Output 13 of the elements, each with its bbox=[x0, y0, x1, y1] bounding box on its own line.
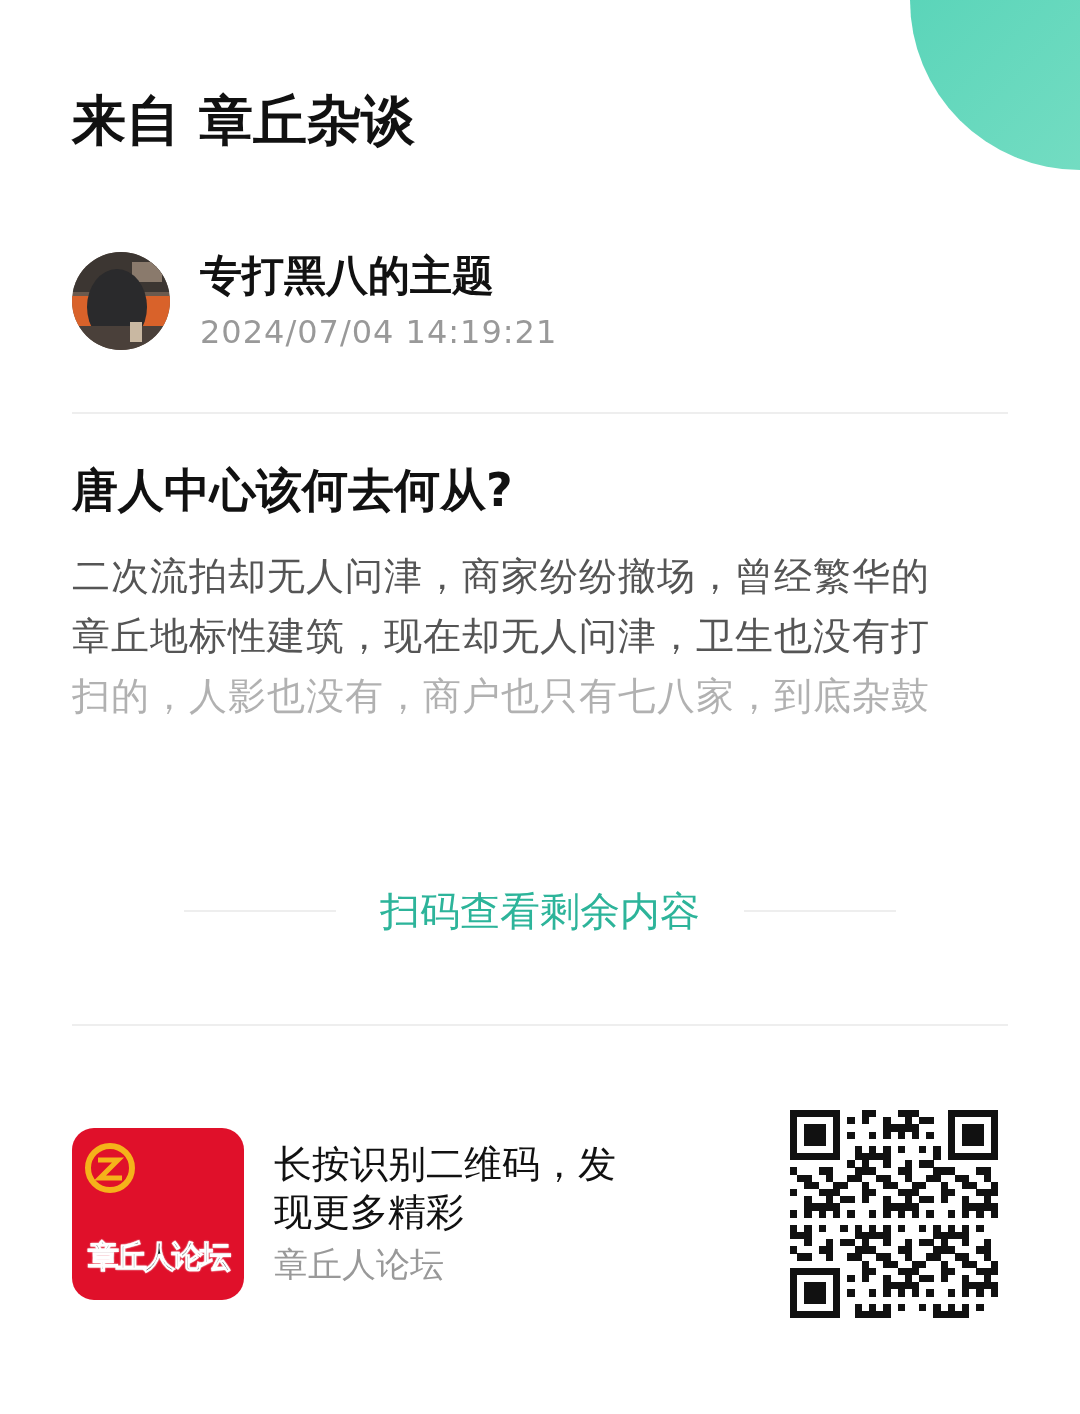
qr-prompt: 长按识别二维码，发现更多精彩 bbox=[274, 1141, 617, 1236]
qr-code-icon bbox=[790, 1110, 998, 1318]
source-title: 来自 章丘杂谈 bbox=[72, 88, 416, 154]
forum-name: 章丘人论坛 bbox=[274, 1243, 445, 1286]
logo-mark-icon bbox=[84, 1142, 136, 1194]
author-name: 专打黑八的主题 bbox=[200, 250, 495, 302]
post-text: 二次流拍却无人问津，商家纷纷撤场，曾经繁华的 bbox=[72, 553, 931, 600]
read-more-link[interactable]: 扫码查看剩余内容 bbox=[380, 886, 700, 936]
post-text: 扫的，人影也没有，商户也只有七八家，到底杂鼓 bbox=[72, 673, 931, 720]
post-time: 2024/07/04 14:19:21 bbox=[200, 312, 558, 352]
post-title: 唐人中心该何去何从? bbox=[72, 462, 514, 518]
logo-text: 章丘人论坛 bbox=[88, 1237, 228, 1276]
post-text: 章丘地标性建筑，现在却无人问津，卫生也没有打 bbox=[72, 613, 931, 660]
